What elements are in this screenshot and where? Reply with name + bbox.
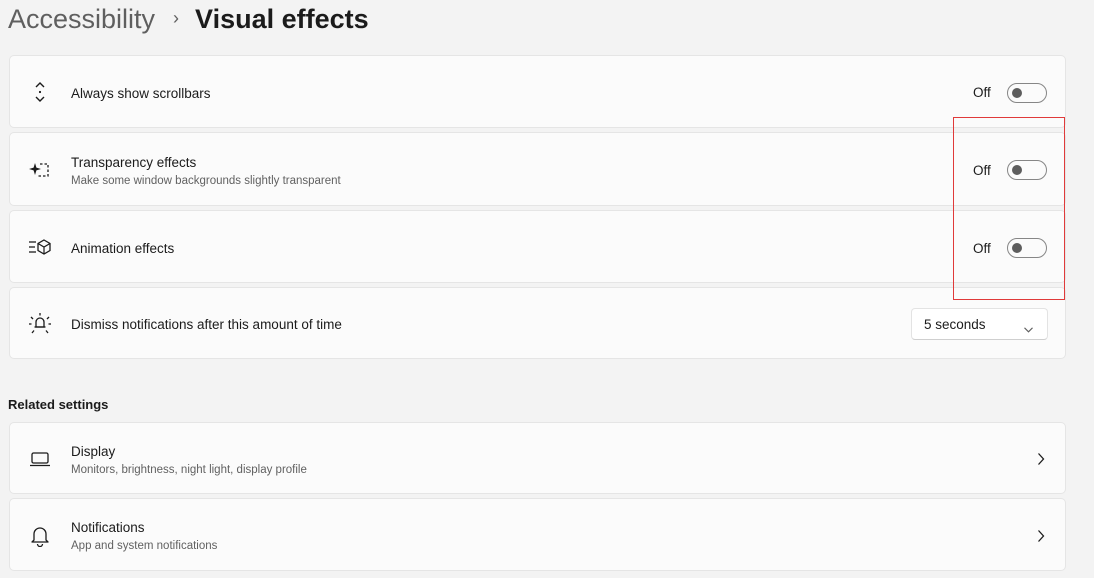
setting-label: Animation effects <box>71 241 175 256</box>
chevron-right-icon <box>1035 529 1047 543</box>
related-item-display[interactable]: Display Monitors, brightness, night ligh… <box>9 422 1066 494</box>
setting-label: Always show scrollbars <box>71 86 211 101</box>
toggle-state-text: Off <box>973 85 991 100</box>
toggle-knob <box>1012 243 1022 253</box>
animation-toggle[interactable] <box>1007 238 1047 258</box>
related-item-label: Display <box>71 444 116 459</box>
chevron-down-icon <box>1024 320 1033 338</box>
bell-icon <box>28 524 52 548</box>
setting-description: Make some window backgrounds slightly tr… <box>71 175 341 187</box>
related-item-label: Notifications <box>71 520 145 535</box>
chevron-right-icon <box>1035 452 1047 466</box>
breadcrumb: Accessibility › Visual effects <box>8 0 369 38</box>
setting-card-notification-timeout: Dismiss notifications after this amount … <box>9 287 1066 359</box>
toggle-state-text: Off <box>973 163 991 178</box>
setting-card-transparency: Transparency effects Make some window ba… <box>9 132 1066 206</box>
toggle-state-text: Off <box>973 241 991 256</box>
notification-timeout-icon <box>28 312 52 336</box>
notification-timeout-dropdown[interactable]: 5 seconds <box>911 308 1048 340</box>
setting-label: Transparency effects <box>71 155 197 170</box>
related-item-notifications[interactable]: Notifications App and system notificatio… <box>9 498 1066 571</box>
monitor-icon <box>28 447 52 471</box>
dropdown-value: 5 seconds <box>924 317 986 332</box>
transparency-icon <box>28 158 52 182</box>
settings-page: Accessibility › Visual effects Always sh… <box>0 0 1094 578</box>
page-title: Visual effects <box>195 4 369 34</box>
related-item-description: Monitors, brightness, night light, displ… <box>71 464 307 476</box>
setting-card-animation: Animation effects Off <box>9 210 1066 283</box>
transparency-toggle[interactable] <box>1007 160 1047 180</box>
breadcrumb-separator: › <box>173 8 180 28</box>
setting-label: Dismiss notifications after this amount … <box>71 317 342 332</box>
breadcrumb-parent[interactable]: Accessibility <box>8 0 155 38</box>
section-title-related: Related settings <box>8 397 109 412</box>
animation-icon <box>28 235 52 259</box>
toggle-knob <box>1012 165 1022 175</box>
scrollbars-toggle[interactable] <box>1007 83 1047 103</box>
setting-card-scrollbars: Always show scrollbars Off <box>9 55 1066 128</box>
toggle-knob <box>1012 88 1022 98</box>
related-item-description: App and system notifications <box>71 540 218 552</box>
scrollbars-icon <box>28 80 52 104</box>
